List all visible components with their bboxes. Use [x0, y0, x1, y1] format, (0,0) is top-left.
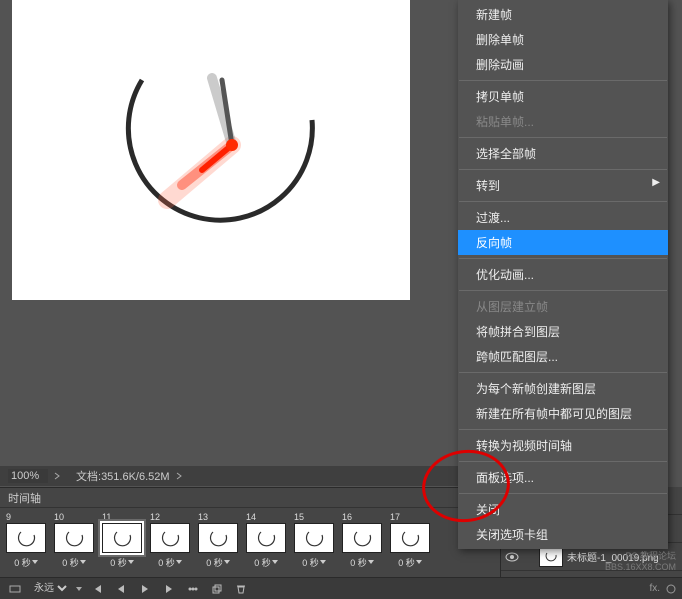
frame-delay[interactable]: 0 秒 [206, 556, 230, 569]
menu-item[interactable]: 转换为视频时间轴 [458, 433, 668, 458]
menu-separator [459, 461, 667, 462]
frame[interactable]: 12 0 秒 [150, 512, 190, 569]
menu-item[interactable]: 跨帧匹配图层... [458, 344, 668, 369]
menu-item[interactable]: 拷贝单帧 [458, 84, 668, 109]
menu-separator [459, 372, 667, 373]
frame-thumbnail[interactable] [102, 523, 142, 553]
frame-delay[interactable]: 0 秒 [350, 556, 374, 569]
menu-item[interactable]: 关闭选项卡组 [458, 522, 668, 547]
menu-item[interactable]: 将帧拼合到图层 [458, 319, 668, 344]
frame-number: 13 [198, 512, 208, 522]
loop-select[interactable]: 永远 [30, 582, 70, 595]
next-frame-button[interactable] [160, 581, 178, 597]
menu-separator [459, 201, 667, 202]
menu-item[interactable]: 关闭 [458, 497, 668, 522]
prev-frame-button[interactable] [112, 581, 130, 597]
tween-button[interactable] [184, 581, 202, 597]
menu-item[interactable]: 为每个新帧创建新图层 [458, 376, 668, 401]
menu-separator [459, 493, 667, 494]
menu-item[interactable]: 删除动画 [458, 52, 668, 77]
frame[interactable]: 9 0 秒 [6, 512, 46, 569]
frame-delay[interactable]: 0 秒 [302, 556, 326, 569]
frame-delay[interactable]: 0 秒 [110, 556, 134, 569]
frame-number: 11 [102, 512, 111, 522]
fx-label[interactable]: fx. [649, 583, 660, 594]
layer-thumbnail [539, 547, 563, 567]
frame-number: 9 [6, 512, 11, 522]
submenu-arrow-icon: ▶ [652, 177, 660, 188]
play-button[interactable] [136, 581, 154, 597]
menu-separator [459, 290, 667, 291]
frame-number: 17 [390, 512, 400, 522]
menu-separator [459, 258, 667, 259]
menu-item[interactable]: 删除单帧 [458, 27, 668, 52]
context-menu: 新建帧删除单帧删除动画拷贝单帧粘贴单帧... 选择全部帧转到▶ 过渡...反向帧优化… [458, 0, 668, 549]
chevron-right-icon [54, 472, 62, 480]
duplicate-frame-button[interactable] [208, 581, 226, 597]
dropdown-icon [76, 585, 82, 593]
frame-delay[interactable]: 0 秒 [398, 556, 422, 569]
frame-thumbnail[interactable] [294, 523, 334, 553]
frame[interactable]: 11 0 秒 [102, 512, 142, 569]
menu-separator [459, 137, 667, 138]
menu-separator [459, 80, 667, 81]
first-frame-button[interactable] [88, 581, 106, 597]
frame-thumbnail[interactable] [150, 523, 190, 553]
frame-number: 16 [342, 512, 352, 522]
frame-number: 12 [150, 512, 160, 522]
status-bar: 文档:351.6K/6.52M [0, 466, 460, 486]
frame-thumbnail[interactable] [342, 523, 382, 553]
doc-label: 文档: [76, 471, 101, 483]
frame-number: 15 [294, 512, 304, 522]
menu-item[interactable]: 过渡... [458, 205, 668, 230]
canvas-drawing [12, 0, 410, 300]
visibility-icon[interactable] [505, 550, 519, 564]
frame[interactable]: 10 0 秒 [54, 512, 94, 569]
frame[interactable]: 14 0 秒 [246, 512, 286, 569]
timeline-title: 时间轴 [8, 490, 41, 506]
chevron-right-icon [176, 472, 184, 480]
frame-thumbnail[interactable] [246, 523, 286, 553]
menu-item[interactable]: 反向帧 [458, 230, 668, 255]
timeline-toggle-icon[interactable] [6, 581, 24, 597]
frame[interactable]: 16 0 秒 [342, 512, 382, 569]
menu-item[interactable]: 转到▶ [458, 173, 668, 198]
frame-delay[interactable]: 0 秒 [62, 556, 86, 569]
menu-item[interactable]: 面板选项... [458, 465, 668, 490]
frame-thumbnail[interactable] [54, 523, 94, 553]
watermark: PS 教程论坛BBS.16XX8.COM [605, 551, 676, 573]
zoom-input[interactable] [8, 469, 48, 483]
frame-delay[interactable]: 0 秒 [254, 556, 278, 569]
frame-number: 10 [54, 512, 64, 522]
frame-delay[interactable]: 0 秒 [14, 556, 38, 569]
frame-thumbnail[interactable] [6, 523, 46, 553]
frame-number: 14 [246, 512, 256, 522]
menu-item[interactable]: 新建在所有帧中都可见的图层 [458, 401, 668, 426]
menu-item[interactable]: 优化动画... [458, 262, 668, 287]
menu-item[interactable]: 选择全部帧 [458, 141, 668, 166]
menu-separator [459, 169, 667, 170]
layer-style-icon[interactable] [666, 584, 676, 594]
frame-delay[interactable]: 0 秒 [158, 556, 182, 569]
menu-item[interactable]: 新建帧 [458, 2, 668, 27]
frame[interactable]: 17 0 秒 [390, 512, 430, 569]
frame[interactable]: 13 0 秒 [198, 512, 238, 569]
canvas[interactable] [12, 0, 410, 300]
frame-thumbnail[interactable] [198, 523, 238, 553]
layers-footer: fx. [500, 577, 682, 599]
menu-item: 粘贴单帧... [458, 109, 668, 134]
delete-frame-button[interactable] [232, 581, 250, 597]
menu-item: 从图层建立帧 [458, 294, 668, 319]
frame[interactable]: 15 0 秒 [294, 512, 334, 569]
menu-separator [459, 429, 667, 430]
doc-size: 351.6K/6.52M [101, 471, 170, 483]
frame-thumbnail[interactable] [390, 523, 430, 553]
